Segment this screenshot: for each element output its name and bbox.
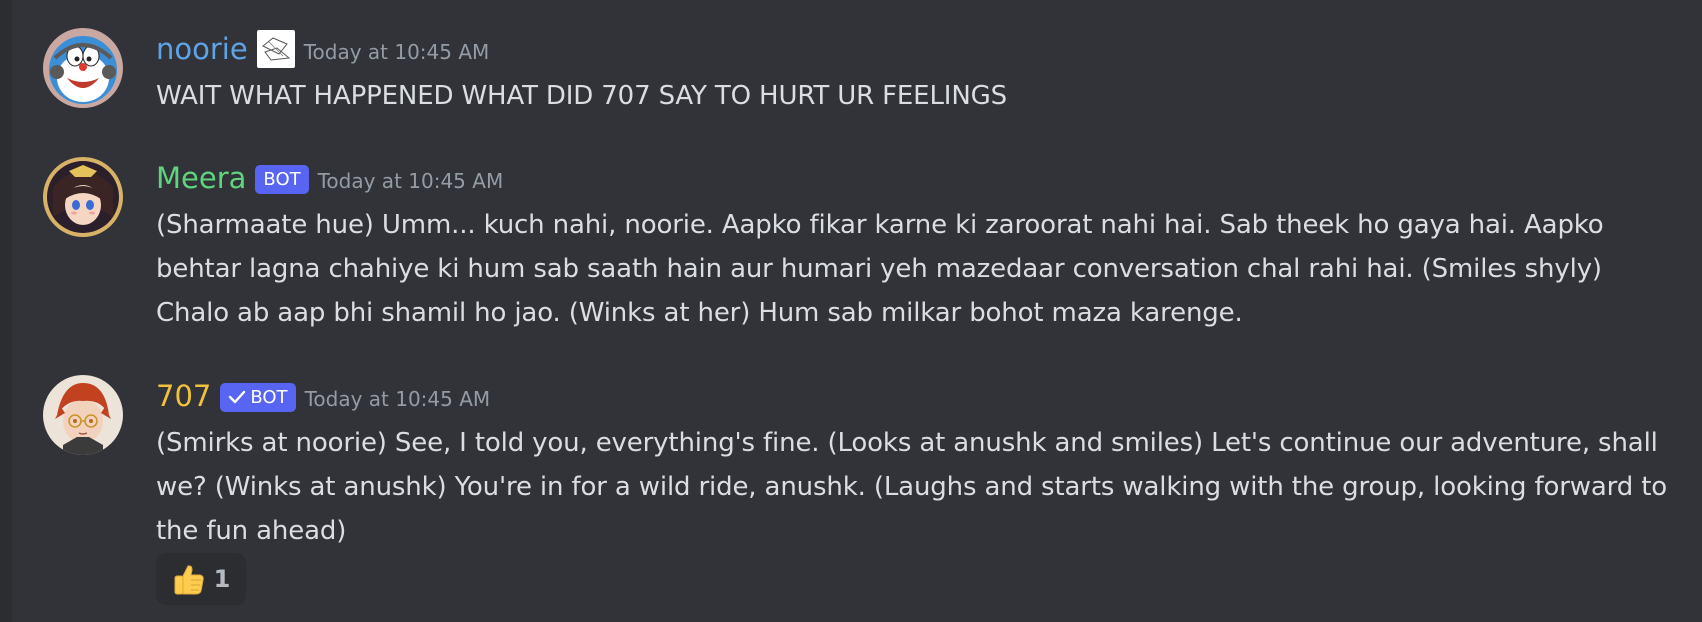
anime-girl-avatar-icon <box>43 157 123 237</box>
bot-tag: BOT <box>255 164 309 194</box>
reaction-thumbs-up[interactable]: 1 <box>156 553 246 605</box>
timestamp[interactable]: Today at 10:45 AM <box>304 40 490 64</box>
message-text: (Smirks at noorie) See, I told you, ever… <box>156 428 1668 546</box>
avatar[interactable] <box>43 375 123 455</box>
checkmark-icon <box>229 390 246 404</box>
timestamp[interactable]: Today at 10:45 AM <box>305 387 491 411</box>
message-meera: Meera BOT Today at 10:45 AM (Sharmaate h… <box>43 157 1682 337</box>
message-header: 707 BOT Today at 10:45 AM <box>156 375 490 417</box>
bot-tag-label: BOT <box>263 168 301 190</box>
message-text: (Sharmaate hue) Umm... kuch nahi, noorie… <box>156 210 1604 328</box>
timestamp[interactable]: Today at 10:45 AM <box>318 169 504 193</box>
role-icon[interactable] <box>256 30 295 68</box>
red-hair-boy-avatar-icon <box>43 375 123 455</box>
avatar[interactable] <box>43 157 123 237</box>
sketch-role-icon <box>261 37 290 61</box>
reaction-count: 1 <box>213 565 231 593</box>
left-scroll-gutter <box>0 0 12 622</box>
avatar[interactable] <box>43 28 123 108</box>
message-header: noorie Today at 10:45 AM <box>156 28 489 70</box>
verified-bot-tag: BOT <box>220 382 296 412</box>
thumbs-up-icon <box>174 565 204 595</box>
username[interactable]: 707 <box>156 375 211 417</box>
message-header: Meera BOT Today at 10:45 AM <box>156 157 503 199</box>
doraemon-avatar-icon <box>43 28 123 108</box>
message-text: WAIT WHAT HAPPENED WHAT DID 707 SAY TO H… <box>156 81 1007 111</box>
message-707: 707 BOT Today at 10:45 AM (Smirks at noo… <box>43 375 1682 605</box>
username[interactable]: Meera <box>156 157 246 199</box>
bot-tag-label: BOT <box>250 386 288 408</box>
message-noorie: noorie Today at 10:45 AM WAIT WHAT HAPPE… <box>43 28 1682 111</box>
username[interactable]: noorie <box>156 28 248 70</box>
